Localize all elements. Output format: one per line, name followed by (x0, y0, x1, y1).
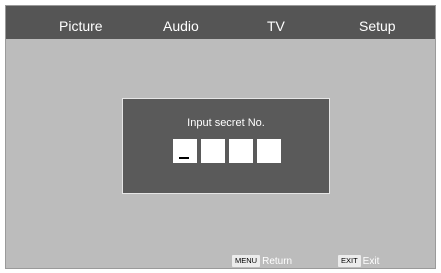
exit-label: Exit (362, 255, 380, 267)
pin-digit-4[interactable] (257, 139, 281, 163)
main-menu-bar: Picture Audio TV Setup (6, 6, 435, 39)
pin-digit-3[interactable] (229, 139, 253, 163)
pin-entry (173, 139, 281, 163)
exit-hint[interactable]: EXIT Exit (338, 254, 379, 268)
return-hint[interactable]: MENU Return (232, 254, 292, 268)
menu-tab-picture[interactable]: Picture (59, 6, 103, 39)
menu-tab-setup[interactable]: Setup (359, 6, 396, 39)
menu-tab-tv[interactable]: TV (267, 6, 285, 39)
pin-cursor (179, 157, 189, 159)
tv-osd-screen: Picture Audio TV Setup Input secret No. … (5, 5, 436, 269)
return-label: Return (262, 255, 293, 267)
menu-key-badge: MENU (232, 255, 261, 267)
pin-digit-1[interactable] (173, 139, 197, 163)
pin-digit-2[interactable] (201, 139, 225, 163)
secret-number-dialog: Input secret No. (122, 98, 330, 194)
menu-tab-audio[interactable]: Audio (163, 6, 199, 39)
exit-key-badge: EXIT (338, 255, 361, 267)
dialog-title: Input secret No. (187, 117, 265, 129)
